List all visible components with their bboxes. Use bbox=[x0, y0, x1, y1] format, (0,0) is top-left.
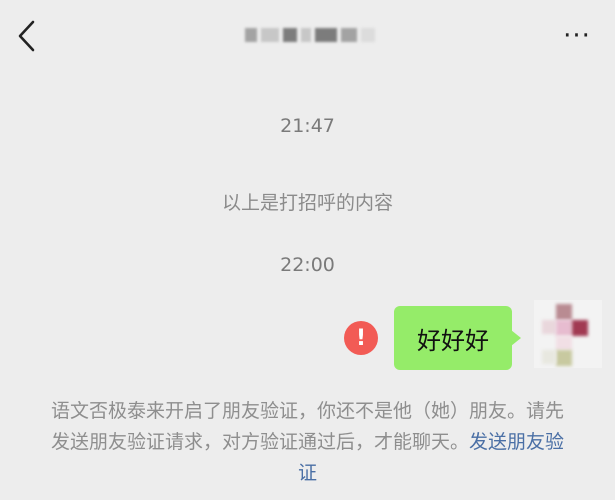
friend-verification-notice: 语文否极泰来开启了朋友验证，你还不是他（她）朋友。请先发送朋友验证请求，对方验证… bbox=[42, 396, 573, 489]
back-button[interactable] bbox=[10, 16, 44, 56]
system-message: 以上是打招呼的内容 bbox=[221, 192, 393, 214]
blurred-contact-name bbox=[245, 28, 375, 42]
error-icon[interactable]: ! bbox=[344, 321, 378, 355]
avatar[interactable] bbox=[534, 300, 602, 368]
chevron-left-icon bbox=[18, 20, 35, 52]
message-bubble[interactable]: 好好好 bbox=[394, 306, 521, 370]
timestamp: 21:47 bbox=[280, 115, 335, 137]
chat-title-obscured bbox=[200, 20, 420, 50]
timestamp: 22:00 bbox=[280, 254, 335, 276]
sent-message-row: ! 好好好 bbox=[0, 300, 615, 370]
top-bar: ··· bbox=[0, 0, 615, 72]
more-options-button[interactable]: ··· bbox=[555, 22, 599, 50]
chat-screen: ··· 21:47 以上是打招呼的内容 22:00 ! 好好好 语文否极泰来开启… bbox=[0, 0, 615, 500]
